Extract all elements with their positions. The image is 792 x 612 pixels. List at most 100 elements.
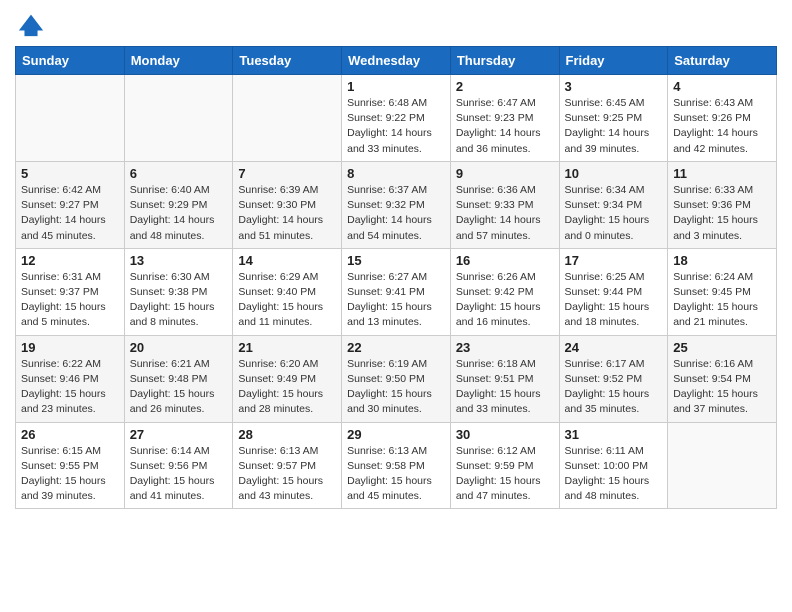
weekday-header-row: SundayMondayTuesdayWednesdayThursdayFrid…: [16, 47, 777, 75]
day-info: Sunrise: 6:24 AMSunset: 9:45 PMDaylight:…: [673, 270, 771, 331]
calendar-cell: 9Sunrise: 6:36 AMSunset: 9:33 PMDaylight…: [450, 161, 559, 248]
calendar-cell: 5 Sunrise: 6:42 AMSunset: 9:27 PMDaylight…: [16, 161, 125, 248]
calendar-cell: 18 Sunrise: 6:24 AMSunset: 9:45 PMDayligh…: [668, 248, 777, 335]
day-number: 11: [673, 166, 771, 181]
day-number: 26: [21, 427, 119, 442]
calendar-week-row: 26 Sunrise: 6:15 AMSunset: 9:55 PMDayligh…: [16, 422, 777, 509]
weekday-header-monday: Monday: [124, 47, 233, 75]
day-number: 19: [21, 340, 119, 355]
day-info: Sunrise: 6:13 AMSunset: 9:58 PMDaylight:…: [347, 444, 445, 505]
calendar-cell: 23 Sunrise: 6:18 AMSunset: 9:51 PMDayligh…: [450, 335, 559, 422]
calendar-cell: 16 Sunrise: 6:26 AMSunset: 9:42 PMDayligh…: [450, 248, 559, 335]
day-number: 13: [130, 253, 228, 268]
calendar-week-row: 1 Sunrise: 6:48 AMSunset: 9:22 PMDaylight…: [16, 75, 777, 162]
calendar-cell: 11Sunrise: 6:33 AMSunset: 9:36 PMDayligh…: [668, 161, 777, 248]
day-info: Sunrise: 6:45 AMSunset: 9:25 PMDaylight:…: [565, 96, 663, 157]
day-number: 18: [673, 253, 771, 268]
weekday-header-wednesday: Wednesday: [342, 47, 451, 75]
day-number: 20: [130, 340, 228, 355]
day-info: Sunrise: 6:27 AMSunset: 9:41 PMDaylight:…: [347, 270, 445, 331]
day-number: 5: [21, 166, 119, 181]
calendar-cell: 31Sunrise: 6:11 AMSunset: 10:00 PMDaylig…: [559, 422, 668, 509]
day-number: 6: [130, 166, 228, 181]
day-info: Sunrise: 6:25 AMSunset: 9:44 PMDaylight:…: [565, 270, 663, 331]
calendar-cell: 22 Sunrise: 6:19 AMSunset: 9:50 PMDayligh…: [342, 335, 451, 422]
day-info: Sunrise: 6:48 AMSunset: 9:22 PMDaylight:…: [347, 96, 445, 157]
calendar-cell: 24 Sunrise: 6:17 AMSunset: 9:52 PMDayligh…: [559, 335, 668, 422]
day-number: 16: [456, 253, 554, 268]
calendar-cell: 10 Sunrise: 6:34 AMSunset: 9:34 PMDayligh…: [559, 161, 668, 248]
day-number: 3: [565, 79, 663, 94]
day-number: 15: [347, 253, 445, 268]
day-info: Sunrise: 6:14 AMSunset: 9:56 PMDaylight:…: [130, 444, 228, 505]
calendar-cell: 3 Sunrise: 6:45 AMSunset: 9:25 PMDaylight…: [559, 75, 668, 162]
calendar-week-row: 5 Sunrise: 6:42 AMSunset: 9:27 PMDaylight…: [16, 161, 777, 248]
calendar-cell: 29 Sunrise: 6:13 AMSunset: 9:58 PMDayligh…: [342, 422, 451, 509]
day-info: Sunrise: 6:30 AMSunset: 9:38 PMDaylight:…: [130, 270, 228, 331]
day-info: Sunrise: 6:17 AMSunset: 9:52 PMDaylight:…: [565, 357, 663, 418]
day-number: 1: [347, 79, 445, 94]
calendar-cell: 27Sunrise: 6:14 AMSunset: 9:56 PMDayligh…: [124, 422, 233, 509]
calendar-cell: 12 Sunrise: 6:31 AMSunset: 9:37 PMDayligh…: [16, 248, 125, 335]
calendar-cell: 25 Sunrise: 6:16 AMSunset: 9:54 PMDayligh…: [668, 335, 777, 422]
day-number: 23: [456, 340, 554, 355]
day-info: Sunrise: 6:43 AMSunset: 9:26 PMDaylight:…: [673, 96, 771, 157]
day-number: 2: [456, 79, 554, 94]
weekday-header-saturday: Saturday: [668, 47, 777, 75]
calendar-cell: [16, 75, 125, 162]
day-info: Sunrise: 6:16 AMSunset: 9:54 PMDaylight:…: [673, 357, 771, 418]
calendar-week-row: 19 Sunrise: 6:22 AMSunset: 9:46 PMDayligh…: [16, 335, 777, 422]
logo-icon: [17, 10, 45, 38]
day-number: 24: [565, 340, 663, 355]
day-info: Sunrise: 6:19 AMSunset: 9:50 PMDaylight:…: [347, 357, 445, 418]
calendar-cell: [124, 75, 233, 162]
calendar-table: SundayMondayTuesdayWednesdayThursdayFrid…: [15, 46, 777, 509]
day-info: Sunrise: 6:22 AMSunset: 9:46 PMDaylight:…: [21, 357, 119, 418]
day-info: Sunrise: 6:29 AMSunset: 9:40 PMDaylight:…: [238, 270, 336, 331]
calendar-cell: 8 Sunrise: 6:37 AMSunset: 9:32 PMDaylight…: [342, 161, 451, 248]
day-info: Sunrise: 6:20 AMSunset: 9:49 PMDaylight:…: [238, 357, 336, 418]
calendar-cell: 2Sunrise: 6:47 AMSunset: 9:23 PMDaylight…: [450, 75, 559, 162]
day-number: 4: [673, 79, 771, 94]
weekday-header-thursday: Thursday: [450, 47, 559, 75]
calendar-cell: [233, 75, 342, 162]
day-number: 14: [238, 253, 336, 268]
header: [15, 10, 777, 38]
page: SundayMondayTuesdayWednesdayThursdayFrid…: [0, 0, 792, 612]
weekday-header-sunday: Sunday: [16, 47, 125, 75]
day-info: Sunrise: 6:40 AMSunset: 9:29 PMDaylight:…: [130, 183, 228, 244]
calendar-cell: 30Sunrise: 6:12 AMSunset: 9:59 PMDayligh…: [450, 422, 559, 509]
day-info: Sunrise: 6:34 AMSunset: 9:34 PMDaylight:…: [565, 183, 663, 244]
day-info: Sunrise: 6:39 AMSunset: 9:30 PMDaylight:…: [238, 183, 336, 244]
calendar-cell: 6 Sunrise: 6:40 AMSunset: 9:29 PMDaylight…: [124, 161, 233, 248]
day-info: Sunrise: 6:15 AMSunset: 9:55 PMDaylight:…: [21, 444, 119, 505]
calendar-cell: 14 Sunrise: 6:29 AMSunset: 9:40 PMDayligh…: [233, 248, 342, 335]
day-info: Sunrise: 6:36 AMSunset: 9:33 PMDaylight:…: [456, 183, 554, 244]
day-info: Sunrise: 6:37 AMSunset: 9:32 PMDaylight:…: [347, 183, 445, 244]
day-number: 29: [347, 427, 445, 442]
calendar-cell: 13 Sunrise: 6:30 AMSunset: 9:38 PMDayligh…: [124, 248, 233, 335]
day-info: Sunrise: 6:31 AMSunset: 9:37 PMDaylight:…: [21, 270, 119, 331]
day-number: 22: [347, 340, 445, 355]
day-number: 21: [238, 340, 336, 355]
calendar-cell: 20 Sunrise: 6:21 AMSunset: 9:48 PMDayligh…: [124, 335, 233, 422]
day-info: Sunrise: 6:18 AMSunset: 9:51 PMDaylight:…: [456, 357, 554, 418]
day-number: 7: [238, 166, 336, 181]
day-info: Sunrise: 6:26 AMSunset: 9:42 PMDaylight:…: [456, 270, 554, 331]
calendar-cell: 4 Sunrise: 6:43 AMSunset: 9:26 PMDaylight…: [668, 75, 777, 162]
day-number: 25: [673, 340, 771, 355]
calendar-cell: 19 Sunrise: 6:22 AMSunset: 9:46 PMDayligh…: [16, 335, 125, 422]
day-info: Sunrise: 6:42 AMSunset: 9:27 PMDaylight:…: [21, 183, 119, 244]
calendar-cell: 7 Sunrise: 6:39 AMSunset: 9:30 PMDaylight…: [233, 161, 342, 248]
day-number: 8: [347, 166, 445, 181]
calendar-cell: 26 Sunrise: 6:15 AMSunset: 9:55 PMDayligh…: [16, 422, 125, 509]
calendar-cell: 15 Sunrise: 6:27 AMSunset: 9:41 PMDayligh…: [342, 248, 451, 335]
day-number: 31: [565, 427, 663, 442]
day-info: Sunrise: 6:13 AMSunset: 9:57 PMDaylight:…: [238, 444, 336, 505]
day-number: 10: [565, 166, 663, 181]
day-info: Sunrise: 6:21 AMSunset: 9:48 PMDaylight:…: [130, 357, 228, 418]
calendar-week-row: 12 Sunrise: 6:31 AMSunset: 9:37 PMDayligh…: [16, 248, 777, 335]
day-number: 12: [21, 253, 119, 268]
day-number: 28: [238, 427, 336, 442]
logo: [15, 10, 45, 38]
